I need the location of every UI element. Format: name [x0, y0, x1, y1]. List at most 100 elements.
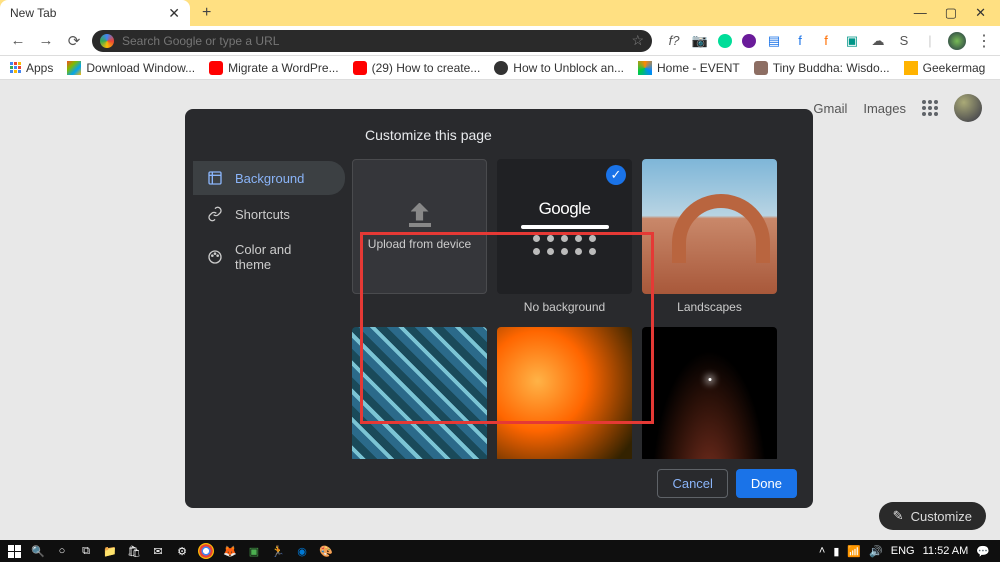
- wifi-icon[interactable]: 📶: [847, 545, 861, 558]
- address-bar[interactable]: ☆: [92, 30, 652, 52]
- tile-label: Upload from device: [368, 237, 471, 251]
- tile-upload[interactable]: Upload from device: [351, 159, 488, 319]
- pencil-icon: ✎: [893, 508, 904, 524]
- extension-cloud-icon[interactable]: ☁: [870, 33, 886, 49]
- start-button[interactable]: [4, 541, 24, 561]
- camera-icon[interactable]: 📷: [692, 33, 708, 49]
- bookmark-label: Migrate a WordPre...: [228, 61, 338, 75]
- sidebar-item-background[interactable]: Background: [193, 161, 345, 195]
- sidebar-item-label: Color and theme: [235, 242, 331, 272]
- sidebar-item-shortcuts[interactable]: Shortcuts: [193, 197, 345, 231]
- omnibox-input[interactable]: [122, 34, 623, 48]
- tile-architecture[interactable]: [351, 327, 488, 459]
- search-button[interactable]: 🔍: [28, 541, 48, 561]
- google-apps-icon[interactable]: [922, 100, 938, 116]
- bookmark-how-to-create[interactable]: (29) How to create...: [353, 61, 481, 75]
- app-icon-2[interactable]: ▣: [244, 541, 264, 561]
- reload-button[interactable]: ⟳: [64, 31, 84, 51]
- bookmark-label: Geekermag: [923, 61, 986, 75]
- link-icon: [207, 206, 223, 222]
- customize-button[interactable]: ✎ Customize: [879, 502, 986, 530]
- new-tab-page: Gmail Images Customize this page Backgro…: [0, 80, 1000, 540]
- gmail-link[interactable]: Gmail: [813, 101, 847, 116]
- task-view-button[interactable]: ⧉: [76, 541, 96, 561]
- tab-title: New Tab: [10, 6, 56, 20]
- minimize-button[interactable]: —: [914, 5, 927, 21]
- chrome-menu-icon[interactable]: ⋮: [976, 33, 992, 49]
- app-icon-3[interactable]: 🏃: [268, 541, 288, 561]
- notifications-icon[interactable]: 💬: [976, 545, 990, 558]
- windows-icon: [67, 61, 81, 75]
- extension-s-icon[interactable]: S: [896, 33, 912, 49]
- browser-tab[interactable]: New Tab ✕: [0, 0, 190, 26]
- textures-thumbnail: [497, 327, 632, 459]
- facebook-orange-icon[interactable]: f: [818, 33, 834, 49]
- extension-panel-icon[interactable]: ▤: [766, 33, 782, 49]
- background-tiles: Upload from device ✓ Google No backgroun…: [345, 153, 813, 459]
- app-icon-1[interactable]: 🦊: [220, 541, 240, 561]
- apps-shortcut[interactable]: Apps: [10, 61, 53, 75]
- landscape-thumbnail: [642, 159, 777, 294]
- tray-up-icon[interactable]: ˄: [819, 545, 825, 557]
- bookmark-how-to-unblock[interactable]: How to Unblock an...: [494, 61, 624, 75]
- navigation-bar: ← → ⟳ ☆ f? 📷 ▤ f f ▣ ☁ S | ⋮: [0, 26, 1000, 56]
- close-window-button[interactable]: ✕: [975, 5, 986, 21]
- file-explorer-icon[interactable]: 📁: [100, 541, 120, 561]
- bookmark-migrate-wordpress[interactable]: Migrate a WordPre...: [209, 61, 338, 75]
- maximize-button[interactable]: ▢: [945, 5, 957, 21]
- cortana-button[interactable]: ○: [52, 541, 72, 561]
- extension-green-icon[interactable]: [718, 34, 732, 48]
- paint-icon[interactable]: 🎨: [316, 541, 336, 561]
- architecture-thumbnail: [352, 327, 487, 459]
- facebook-icon[interactable]: f: [792, 33, 808, 49]
- edge-icon[interactable]: ◉: [292, 541, 312, 561]
- palette-icon: [207, 249, 223, 265]
- bookmark-geekermag[interactable]: Geekermag: [904, 61, 986, 75]
- sidebar-item-label: Shortcuts: [235, 207, 290, 222]
- corner-links: Gmail Images: [813, 94, 982, 122]
- done-button[interactable]: Done: [736, 469, 797, 498]
- extension-teal-icon[interactable]: ▣: [844, 33, 860, 49]
- store-icon[interactable]: 🛍: [124, 541, 144, 561]
- language-indicator[interactable]: ENG: [891, 545, 915, 557]
- bookmark-label: Tiny Buddha: Wisdo...: [773, 61, 890, 75]
- cancel-button[interactable]: Cancel: [657, 469, 727, 498]
- window-controls: — ▢ ✕: [914, 5, 1000, 21]
- clock[interactable]: 11:52 AM: [923, 545, 969, 557]
- bookmark-home-event[interactable]: Home - EVENT: [638, 61, 740, 75]
- upload-base-icon: [409, 223, 431, 227]
- globe-icon: [494, 61, 508, 75]
- toolbar-extensions: f? 📷 ▤ f f ▣ ☁ S | ⋮: [660, 32, 992, 50]
- event-icon: [638, 61, 652, 75]
- selected-check-icon: ✓: [606, 165, 626, 185]
- bookmark-tiny-buddha[interactable]: Tiny Buddha: Wisdo...: [754, 61, 890, 75]
- profile-avatar-icon[interactable]: [948, 32, 966, 50]
- google-profile-avatar[interactable]: [954, 94, 982, 122]
- bookmark-star-icon[interactable]: ☆: [631, 32, 644, 49]
- youtube-icon: [209, 61, 223, 75]
- settings-icon[interactable]: ⚙: [172, 541, 192, 561]
- images-link[interactable]: Images: [863, 101, 906, 116]
- tile-earth[interactable]: [641, 327, 778, 459]
- sound-icon[interactable]: 🔊: [869, 545, 883, 558]
- extension-purple-icon[interactable]: [742, 34, 756, 48]
- sidebar-item-label: Background: [235, 171, 304, 186]
- tile-label: No background: [524, 300, 605, 314]
- tile-no-background[interactable]: ✓ Google No background: [496, 159, 633, 319]
- back-button[interactable]: ←: [8, 31, 28, 51]
- tile-landscapes[interactable]: Landscapes: [641, 159, 778, 319]
- mail-icon[interactable]: ✉: [148, 541, 168, 561]
- tile-textures[interactable]: [496, 327, 633, 459]
- forward-button[interactable]: →: [36, 31, 56, 51]
- chrome-icon[interactable]: [198, 543, 214, 559]
- close-tab-icon[interactable]: ✕: [168, 5, 180, 22]
- dialog-sidebar: Background Shortcuts Color and theme: [185, 153, 345, 459]
- bookmark-download-windows[interactable]: Download Window...: [67, 61, 195, 75]
- extension-fquery-icon[interactable]: f?: [666, 33, 682, 49]
- sidebar-item-color-theme[interactable]: Color and theme: [193, 233, 345, 281]
- divider: |: [922, 33, 938, 49]
- bookmark-label: Home - EVENT: [657, 61, 740, 75]
- new-tab-button[interactable]: +: [202, 4, 211, 22]
- battery-icon[interactable]: ▮: [833, 545, 839, 558]
- earth-thumbnail: [642, 327, 777, 459]
